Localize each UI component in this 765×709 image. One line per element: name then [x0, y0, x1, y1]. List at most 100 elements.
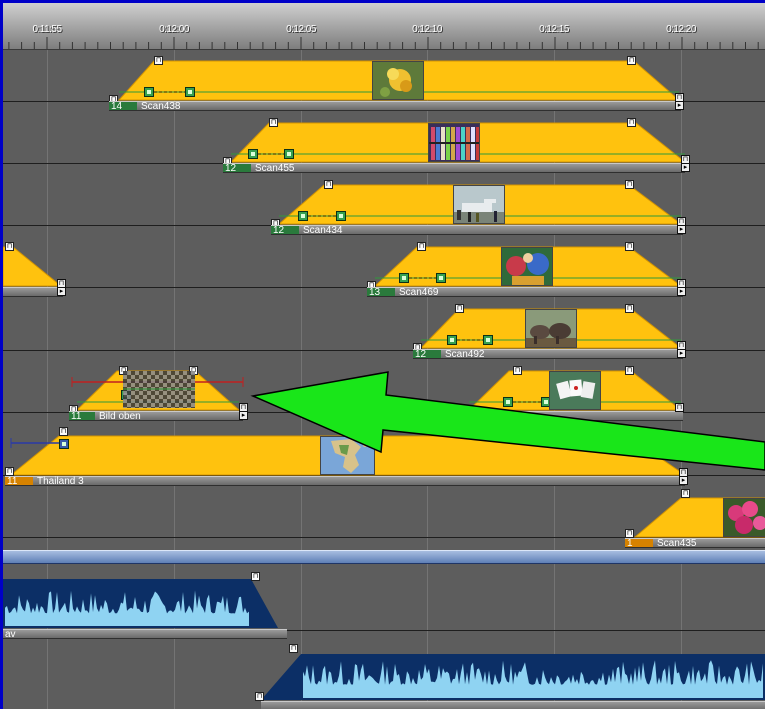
- plane-image: [454, 186, 504, 223]
- orchid-image: [724, 499, 765, 536]
- keyframe[interactable]: [336, 211, 346, 221]
- ruler-label: 0:12:00: [159, 24, 189, 35]
- fade-out-handle[interactable]: ⊓: [625, 304, 634, 313]
- clip-name: Scan455: [255, 163, 295, 174]
- clip-number: 12: [273, 225, 285, 236]
- fade-out-handle[interactable]: ⊓: [627, 118, 636, 127]
- clip-scan434[interactable]: ⊓ ⊓ ⊓ 12 Scan434 ⊓ ▸: [269, 180, 689, 236]
- checker-pattern: [123, 371, 195, 408]
- time-ruler[interactable]: 0:11:55 0:12:00 0:12:05 0:12:10 0:12:15 …: [3, 3, 765, 50]
- clip-label-bar[interactable]: [461, 411, 683, 421]
- clip-label-bar[interactable]: 1 Scan435: [625, 538, 765, 549]
- keyframe-link: [154, 91, 185, 93]
- clip-play-marker[interactable]: ▸: [677, 349, 686, 358]
- clip-thumbnail: [525, 309, 577, 348]
- fade-out-handle[interactable]: ⊓: [623, 427, 632, 436]
- ruler-label: 0:12:05: [286, 24, 316, 35]
- clip-label-bar[interactable]: 14 Scan438: [109, 101, 681, 112]
- keyframe[interactable]: [59, 439, 69, 449]
- clip-label-bar[interactable]: 11 Bild oben: [69, 411, 243, 422]
- clip-play-marker[interactable]: ▸: [677, 287, 686, 296]
- clip-thumbnail: [428, 123, 480, 162]
- clip-partial-left[interactable]: ⊓ ⊓ ▸: [3, 242, 73, 297]
- track-area[interactable]: ⊓ ⊓ ⊓ 14 Scan438 ⊓ ▸ ⊓ ⊓ ⊓ 12 Scan455 ⊓ …: [3, 50, 765, 709]
- clip-thumbnail: [320, 436, 375, 475]
- audio-label-bar[interactable]: [261, 701, 765, 709]
- keyframe[interactable]: [298, 211, 308, 221]
- clip-scan438[interactable]: ⊓ ⊓ ⊓ 14 Scan438 ⊓ ▸: [109, 56, 687, 112]
- clip-start-handle[interactable]: ⊓: [625, 529, 634, 538]
- clip-thumbnail: [549, 371, 601, 410]
- ruler-label: 0:12:10: [412, 24, 442, 35]
- clip-label-bar[interactable]: 11 Thailand 3: [5, 476, 685, 487]
- clip-label-bar[interactable]: 12 Scan434: [271, 225, 683, 236]
- keyframe[interactable]: [447, 335, 457, 345]
- keyframe[interactable]: [436, 273, 446, 283]
- audio-clip-1[interactable]: ⊓ av: [3, 570, 293, 642]
- clip-scan492[interactable]: ⊓ ⊓ ⊓ 12 Scan492 ⊓ ▸: [411, 304, 689, 360]
- keyframe[interactable]: [185, 87, 195, 97]
- fade-out-handle[interactable]: ⊓: [625, 242, 634, 251]
- clip-thumbnail: [453, 185, 505, 224]
- fade-out-handle[interactable]: ⊓: [5, 242, 14, 251]
- clip-number: 12: [225, 163, 237, 174]
- fade-out-handle[interactable]: ⊓: [625, 180, 634, 189]
- clip-label-bar[interactable]: 12 Scan455: [223, 163, 685, 174]
- audio-clip-start-handle[interactable]: ⊓: [255, 692, 264, 701]
- clip-number: 11: [7, 476, 18, 487]
- keyframe[interactable]: [483, 335, 493, 345]
- clip-play-marker[interactable]: ▸: [239, 411, 248, 420]
- clip-end-handle[interactable]: ⊓: [675, 403, 684, 412]
- clip-label-bar[interactable]: [3, 287, 63, 297]
- audio-waveform: [261, 654, 765, 700]
- fade-in-handle[interactable]: ⊓: [59, 427, 68, 436]
- keyframe[interactable]: [144, 87, 154, 97]
- audio-fade-in-handle[interactable]: ⊓: [289, 644, 298, 653]
- clip-scan455[interactable]: ⊓ ⊓ ⊓ 12 Scan455 ⊓ ▸: [221, 118, 691, 174]
- clip-play-marker[interactable]: ▸: [679, 476, 688, 485]
- keyframe-link: [513, 401, 541, 403]
- audio-fade-out-handle[interactable]: ⊓: [251, 572, 260, 581]
- clip-thumbnail: [723, 498, 765, 537]
- clip-cards[interactable]: ⊓ ⊓ ⊓ ⊓: [459, 366, 689, 421]
- audio-clip-name: av: [5, 629, 16, 640]
- fade-in-handle[interactable]: ⊓: [154, 56, 163, 65]
- audio-clip-2[interactable]: ⊓ ⊓: [253, 642, 765, 709]
- keyframe[interactable]: [284, 149, 294, 159]
- fade-out-handle[interactable]: ⊓: [625, 366, 634, 375]
- clip-start-handle[interactable]: ⊓: [5, 467, 14, 476]
- ruler-label: 0:12:20: [666, 24, 696, 35]
- fade-in-handle[interactable]: ⊓: [324, 180, 333, 189]
- clip-number: 1: [627, 538, 633, 549]
- fade-in-handle[interactable]: ⊓: [269, 118, 278, 127]
- keyframe[interactable]: [248, 149, 258, 159]
- keyframe[interactable]: [503, 397, 513, 407]
- clip-thumbnail: [501, 247, 553, 286]
- clip-play-marker[interactable]: ▸: [57, 287, 66, 296]
- keyframe-link: [308, 215, 336, 217]
- clip-play-marker[interactable]: ▸: [675, 101, 684, 110]
- fade-in-handle[interactable]: ⊓: [417, 242, 426, 251]
- fade-in-handle[interactable]: ⊓: [513, 366, 522, 375]
- clip-label-bar[interactable]: 12 Scan492: [413, 349, 683, 360]
- fade-in-handle[interactable]: ⊓: [681, 489, 690, 498]
- clip-bild-oben[interactable]: ⊓ ⊓ ⊓ 11 Bild oben ⊓ ▸: [67, 366, 251, 422]
- fade-out-handle[interactable]: ⊓: [627, 56, 636, 65]
- fade-in-handle[interactable]: ⊓: [455, 304, 464, 313]
- clip-scan435[interactable]: ⊓ ⊓ 1 Scan435: [623, 489, 765, 549]
- clip-thailand-3[interactable]: ⊓ ⊓ ⊓ 11 Thailand 3 ⊓ ▸: [3, 427, 691, 487]
- clip-name: Scan469: [399, 287, 439, 298]
- clip-name: Bild oben: [99, 411, 141, 422]
- keyframe-link: [457, 339, 483, 341]
- keyframe[interactable]: [399, 273, 409, 283]
- audio-label-bar[interactable]: av: [3, 629, 287, 640]
- clip-number: 11: [71, 411, 82, 422]
- audio-section-splitter[interactable]: [3, 550, 765, 564]
- parade-image: [502, 248, 552, 285]
- clip-scan469[interactable]: ⊓ ⊓ ⊓ 13 Scan469 ⊓ ▸: [365, 242, 689, 298]
- clip-name: Scan492: [445, 349, 485, 360]
- map-image: [321, 437, 374, 474]
- clip-label-bar[interactable]: 13 Scan469: [367, 287, 683, 298]
- clip-play-marker[interactable]: ▸: [677, 225, 686, 234]
- clip-play-marker[interactable]: ▸: [681, 163, 690, 172]
